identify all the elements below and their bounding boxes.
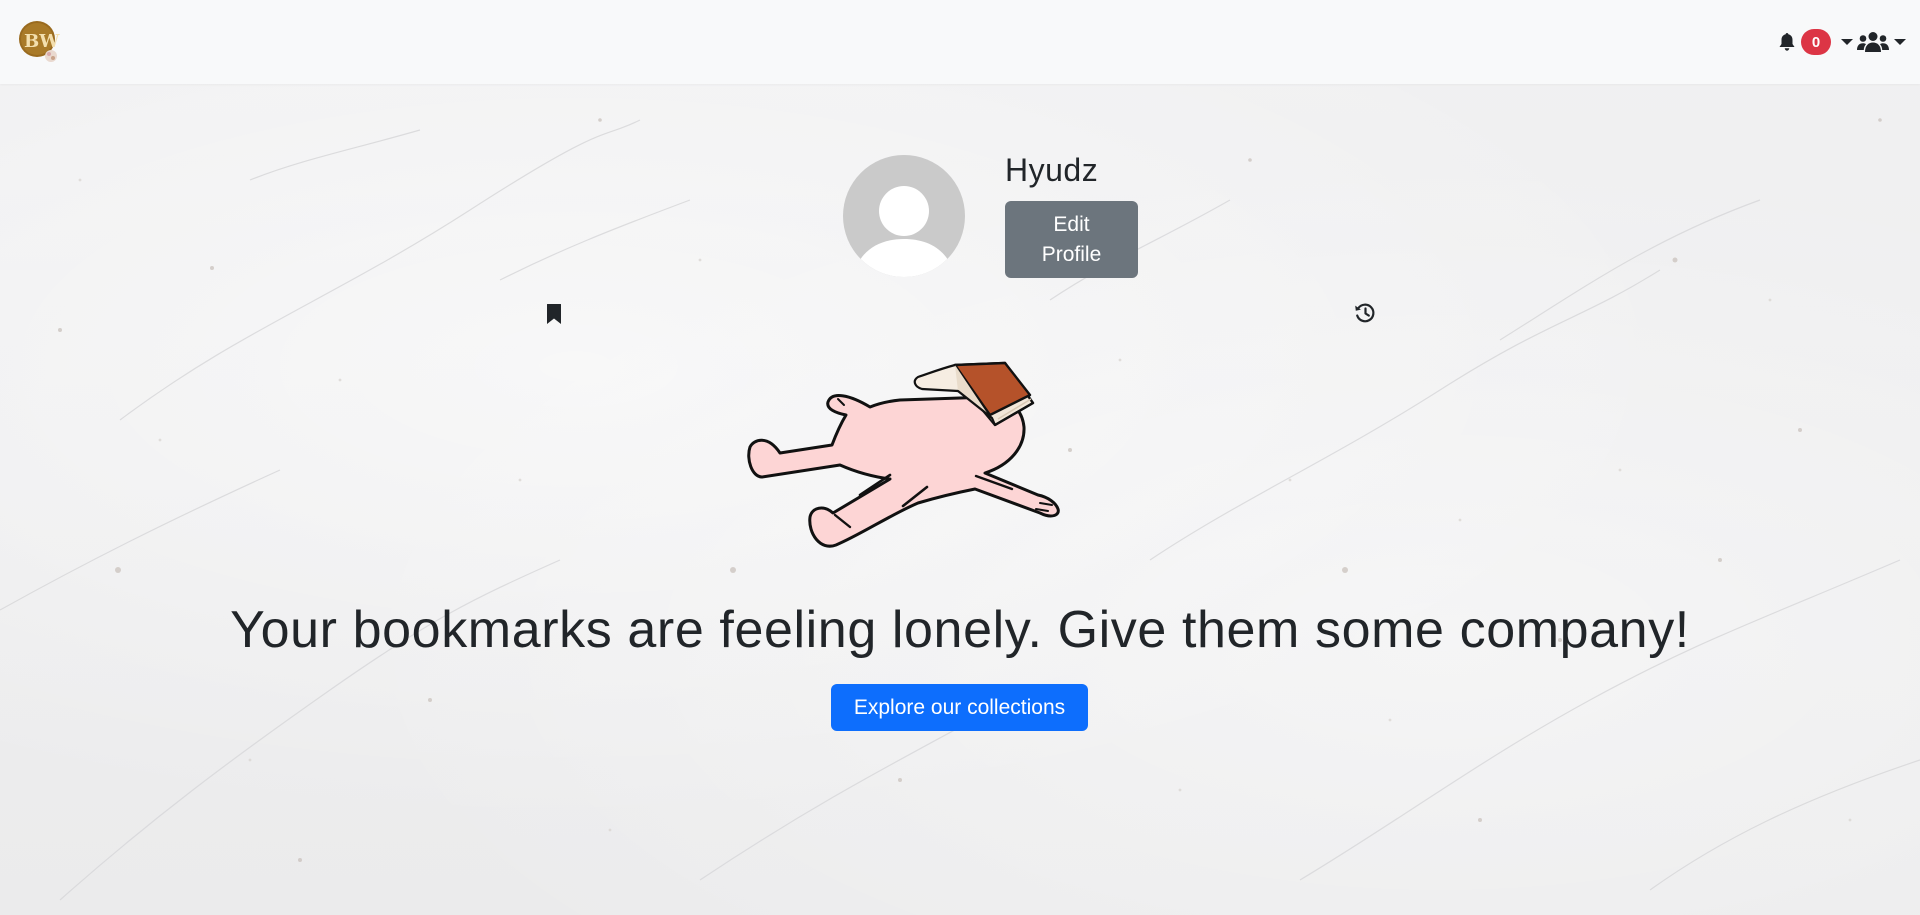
edit-profile-button[interactable]: Edit Profile bbox=[1005, 201, 1138, 278]
caret-down-icon bbox=[1841, 39, 1853, 45]
bookmark-icon bbox=[547, 304, 561, 324]
logo-icon: BW bbox=[19, 21, 60, 62]
caret-down-icon bbox=[1894, 39, 1906, 45]
empty-state-illustration bbox=[740, 355, 1185, 575]
tab-history[interactable] bbox=[1354, 302, 1376, 324]
explore-collections-button[interactable]: Explore our collections bbox=[831, 684, 1088, 731]
notification-badge: 0 bbox=[1801, 29, 1831, 55]
tab-bookmarks[interactable] bbox=[546, 303, 562, 325]
sleeping-reader-illustration bbox=[747, 361, 1060, 548]
bell-icon bbox=[1779, 33, 1795, 51]
default-avatar-icon bbox=[843, 155, 965, 277]
notifications-button[interactable]: 0 bbox=[1778, 29, 1831, 55]
profile-avatar bbox=[843, 155, 965, 277]
history-icon bbox=[1355, 303, 1375, 323]
users-icon bbox=[1857, 32, 1889, 52]
top-navbar: BW 0 bbox=[0, 0, 1920, 84]
navbar-right: 0 bbox=[1778, 26, 1906, 58]
brand-logo[interactable]: BW bbox=[18, 20, 60, 64]
users-menu-dropdown[interactable] bbox=[1841, 31, 1906, 53]
logo-text: BW bbox=[24, 31, 60, 52]
empty-bookmarks-message: Your bookmarks are feeling lonely. Give … bbox=[230, 601, 1690, 659]
profile-username: Hyudz bbox=[1005, 152, 1099, 188]
